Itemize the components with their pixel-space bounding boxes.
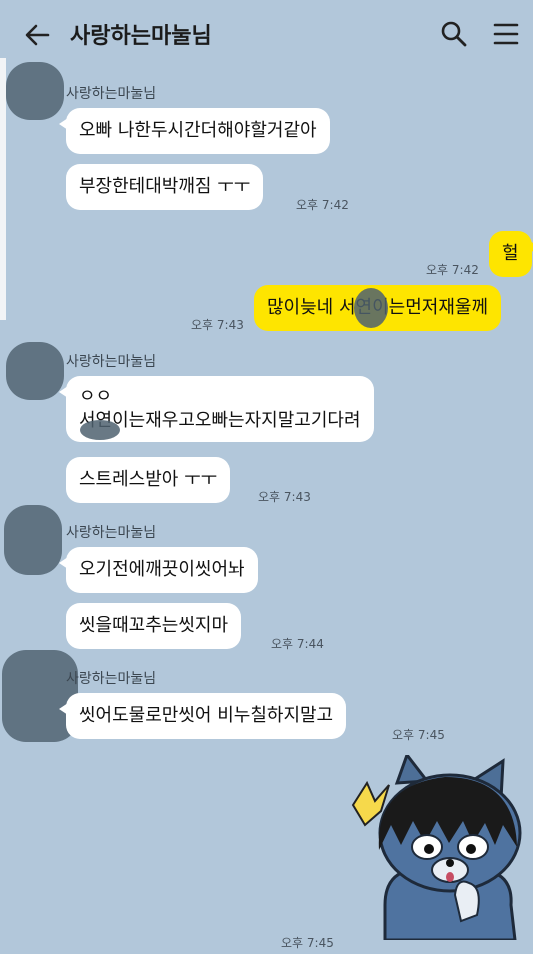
avatar[interactable] <box>4 505 62 575</box>
sender-name: 사랑하는마눌님 <box>66 354 157 370</box>
message-time: 오후 7:45 <box>281 936 334 950</box>
search-icon[interactable] <box>440 20 468 48</box>
message-line: 서연이는재우고오빠는자지말고기다려 <box>79 410 361 431</box>
message-bubble[interactable]: 씻어도물로만씻어 비누칠하지말고 <box>58 693 347 739</box>
my-message-bubble[interactable]: 헐 <box>489 231 533 277</box>
message-bubble[interactable]: 오빠 나한두시간더해야할거같아 <box>59 108 330 154</box>
message-time: 오후 7:43 <box>258 490 311 504</box>
menu-icon[interactable] <box>493 22 519 46</box>
redaction-mark <box>354 288 388 328</box>
chat-header: 사랑하는마눌님 <box>0 0 533 66</box>
message-time: 오후 7:44 <box>271 637 324 651</box>
sender-name: 사랑하는마눌님 <box>66 671 157 687</box>
message-time: 오후 7:43 <box>191 318 244 332</box>
message-bubble[interactable]: 부장한테대박깨짐 ㅜㅜ <box>66 164 264 210</box>
message-bubble[interactable]: 스트레스받아 ㅜㅜ <box>66 457 231 503</box>
redaction-mark <box>80 420 120 440</box>
message-time: 오후 7:45 <box>392 728 445 742</box>
message-time: 오후 7:42 <box>296 198 349 212</box>
sender-name: 사랑하는마눌님 <box>66 525 157 541</box>
back-arrow-icon[interactable] <box>22 20 52 50</box>
message-bubble[interactable]: 씻을때꼬추는씻지마 <box>66 603 242 649</box>
avatar[interactable] <box>6 342 64 400</box>
message-bubble[interactable]: 오기전에깨끗이씻어놔 <box>59 547 258 593</box>
message-line: ㅇㅇ <box>79 386 113 407</box>
sender-name: 사랑하는마눌님 <box>66 86 157 102</box>
chat-title: 사랑하는마눌님 <box>70 24 212 49</box>
avatar[interactable] <box>6 62 64 120</box>
message-time: 오후 7:42 <box>426 263 479 277</box>
neo-cat-sticker-icon[interactable] <box>345 755 525 940</box>
